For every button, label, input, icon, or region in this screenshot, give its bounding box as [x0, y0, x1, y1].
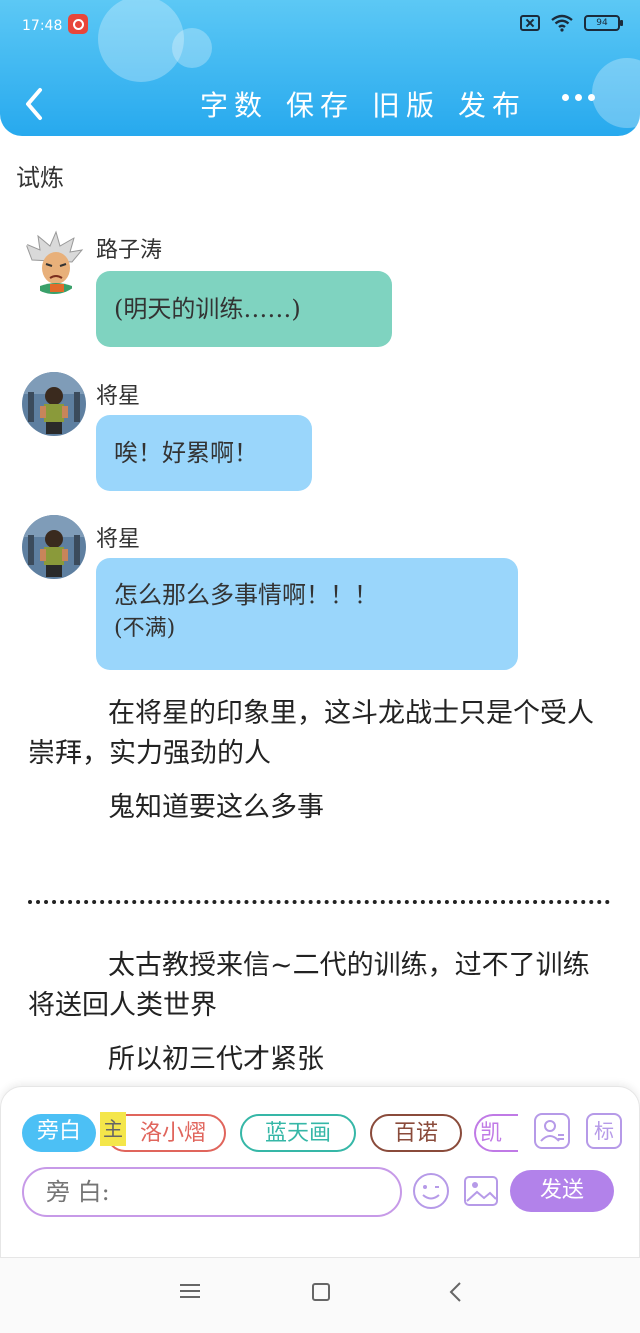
app-notification-icon [68, 14, 88, 34]
image-icon [464, 1176, 498, 1206]
character-avatar-icon [22, 372, 86, 436]
more-icon[interactable] [562, 94, 598, 104]
avatar[interactable] [22, 372, 86, 436]
publish-button[interactable]: 发布 [458, 84, 526, 124]
narration-paragraph: 太古教授来信~二代的训练，过不了训练将送回人类世界 [28, 950, 590, 1021]
avatar[interactable] [22, 230, 86, 294]
message-bubble[interactable]: 怎么那么多事情啊！！！ (不满) [96, 558, 518, 670]
story-title: 试炼 [16, 164, 64, 192]
narration-paragraph: 鬼知道要这么多事 [108, 792, 324, 823]
status-time: 17:48 [22, 18, 63, 34]
chevron-left-icon [26, 88, 42, 120]
image-button[interactable] [462, 1172, 500, 1210]
role-chip[interactable]: 凯 [474, 1114, 518, 1152]
role-chip[interactable]: 蓝天画 [240, 1114, 356, 1152]
battery-icon: 94 [584, 15, 623, 31]
speaker-name: 路子涛 [96, 238, 163, 263]
person-icon [540, 1120, 564, 1142]
speaker-name: 将星 [96, 527, 141, 552]
message-text: (不满) [114, 616, 176, 641]
send-button[interactable]: 发送 [510, 1170, 614, 1212]
narration-paragraph: 在将星的印象里，这斗龙战士只是个受人崇拜，实力强劲的人 [28, 698, 594, 769]
no-sim-icon [520, 15, 540, 31]
status-icons: 94 [520, 14, 623, 32]
character-avatar-icon [22, 515, 86, 579]
avatar[interactable] [22, 515, 86, 579]
main-role-marker: 主 [100, 1112, 126, 1146]
toolbar-actions: 字数 保存 旧版 发布 [200, 84, 526, 124]
character-avatar-icon [22, 230, 86, 294]
message-text: 怎么那么多事情啊！！！ [114, 581, 378, 609]
decor-bubble [592, 58, 640, 128]
speaker-name: 将星 [96, 384, 141, 409]
message-bubble[interactable]: (明天的训练……) [96, 271, 392, 347]
old-version-button[interactable]: 旧版 [372, 84, 440, 124]
word-count-button[interactable]: 字数 [200, 84, 268, 124]
decor-bubble [98, 0, 184, 82]
wifi-icon [551, 14, 573, 32]
message-text: (明天的训练……) [114, 295, 301, 323]
message-input[interactable] [22, 1167, 402, 1217]
message-text: 唉！好累啊！ [114, 439, 258, 467]
emoji-button[interactable] [412, 1172, 450, 1210]
role-chip[interactable]: 百诺 [370, 1114, 462, 1152]
message-bubble[interactable]: 唉！好累啊！ [96, 415, 312, 491]
emoji-icon [413, 1173, 449, 1209]
home-icon[interactable] [312, 1283, 330, 1301]
narration-paragraph: 所以初三代才紧张 [108, 1044, 324, 1075]
save-button[interactable]: 保存 [286, 84, 354, 124]
dotted-divider [28, 900, 610, 904]
role-manage-button[interactable] [534, 1113, 570, 1149]
back-icon[interactable] [448, 1281, 462, 1303]
tag-button[interactable]: 标 [586, 1113, 622, 1149]
back-button[interactable] [20, 84, 50, 124]
top-header: 17:48 94 字数 保存 旧版 发布 [0, 0, 640, 136]
decor-bubble [172, 28, 212, 68]
role-chip-narrator[interactable]: 旁白 [22, 1114, 96, 1152]
menu-icon[interactable] [180, 1283, 200, 1299]
